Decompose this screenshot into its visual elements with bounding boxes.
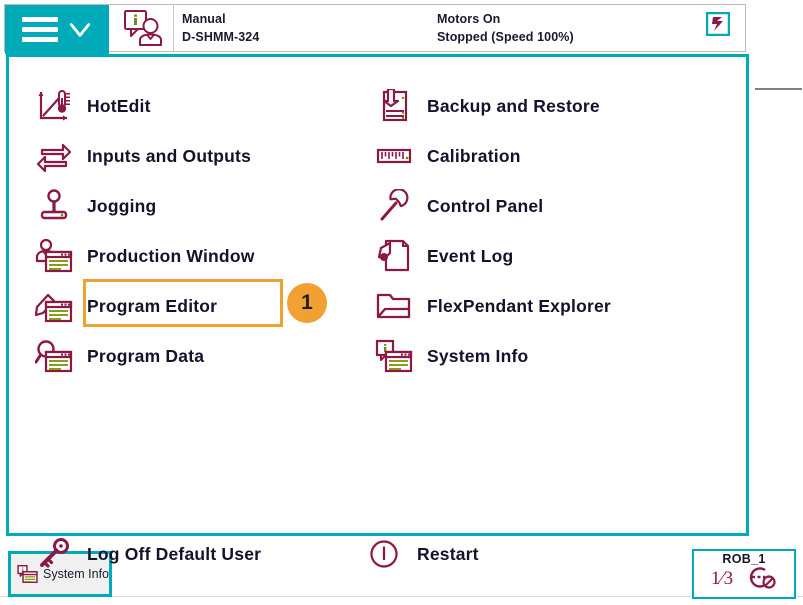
operating-mode-cell: Manual D-SHMM-324 (182, 6, 432, 50)
annotation-badge-1: 1 (287, 283, 327, 323)
menu-item-label: Control Panel (427, 195, 544, 216)
operator-info-cell[interactable] (112, 5, 174, 51)
folder-icon (371, 285, 417, 327)
menu-item-control-panel[interactable]: Control Panel (371, 181, 721, 231)
menu-item-hotedit[interactable]: HotEdit (31, 81, 361, 131)
menu-item-log-off[interactable]: Log Off Default User (31, 529, 361, 579)
chevron-down-icon (69, 22, 90, 37)
menu-item-event-log[interactable]: Event Log (371, 231, 721, 281)
event-log-icon (371, 235, 417, 277)
menu-bottom-row: Log Off Default User Restart (31, 529, 731, 579)
menu-item-flexpendant-explorer[interactable]: FlexPendant Explorer (371, 281, 721, 331)
menu-item-label: Backup and Restore (427, 95, 600, 116)
wrench-icon (371, 185, 417, 227)
motors-state-value: Motors On (437, 12, 501, 26)
main-menu-panel: HotEdit Inputs and Outputs Jogging Produ… (6, 54, 749, 568)
menu-item-label: System Info (427, 345, 529, 366)
power-restart-icon (361, 533, 407, 575)
menu-item-jogging[interactable]: Jogging (31, 181, 361, 231)
menu-item-restart[interactable]: Restart (361, 529, 479, 579)
menu-item-label: HotEdit (87, 95, 151, 116)
menu-item-label: Production Window (87, 245, 255, 266)
menu-item-calibration[interactable]: Calibration (371, 131, 721, 181)
motors-status-icon[interactable] (706, 12, 730, 36)
system-info-icon (371, 335, 417, 377)
flexpendant-screen: Manual D-SHMM-324 Motors On Stopped (Spe… (0, 0, 803, 605)
program-editor-icon (31, 285, 77, 327)
menu-item-label: Inputs and Outputs (87, 145, 251, 166)
backup-restore-icon (371, 85, 417, 127)
menu-item-label: FlexPendant Explorer (427, 295, 611, 316)
menu-item-program-data[interactable]: Program Data (31, 331, 361, 381)
menu-item-inputs-and-outputs[interactable]: Inputs and Outputs (31, 131, 361, 181)
system-name-value: D-SHMM-324 (182, 30, 260, 44)
calibration-ruler-icon (371, 135, 417, 177)
hamburger-icon (21, 17, 58, 42)
motors-state-cell: Motors On Stopped (Speed 100%) (437, 6, 692, 50)
menu-item-label: Jogging (87, 195, 157, 216)
operator-info-icon (123, 10, 162, 46)
operating-mode-value: Manual (182, 12, 226, 26)
menu-item-label: Calibration (427, 145, 521, 166)
program-data-icon (31, 335, 77, 377)
quickset-increment-icon (749, 567, 776, 589)
menu-item-label: Event Log (427, 245, 514, 266)
header-divider-rule (755, 88, 802, 90)
menu-item-system-info[interactable]: System Info (371, 331, 721, 381)
menu-item-label: Restart (417, 543, 479, 564)
joystick-icon (31, 185, 77, 227)
hotedit-icon (31, 85, 77, 127)
menu-item-production-window[interactable]: Production Window (31, 231, 361, 281)
menu-column-left: HotEdit Inputs and Outputs Jogging Produ… (31, 81, 361, 381)
menu-item-label: Program Data (87, 345, 205, 366)
main-menu-button[interactable] (5, 5, 109, 54)
taskbar-separator (0, 596, 803, 597)
menu-column-right: Backup and Restore Calibration Control P… (371, 81, 721, 381)
menu-item-backup-and-restore[interactable]: Backup and Restore (371, 81, 721, 131)
key-icon (31, 533, 77, 575)
menu-item-label: Program Editor (87, 295, 218, 316)
execution-state-value: Stopped (Speed 100%) (437, 30, 574, 44)
menu-item-label: Log Off Default User (87, 543, 262, 564)
production-window-icon (31, 235, 77, 277)
inputs-outputs-icon (31, 135, 77, 177)
